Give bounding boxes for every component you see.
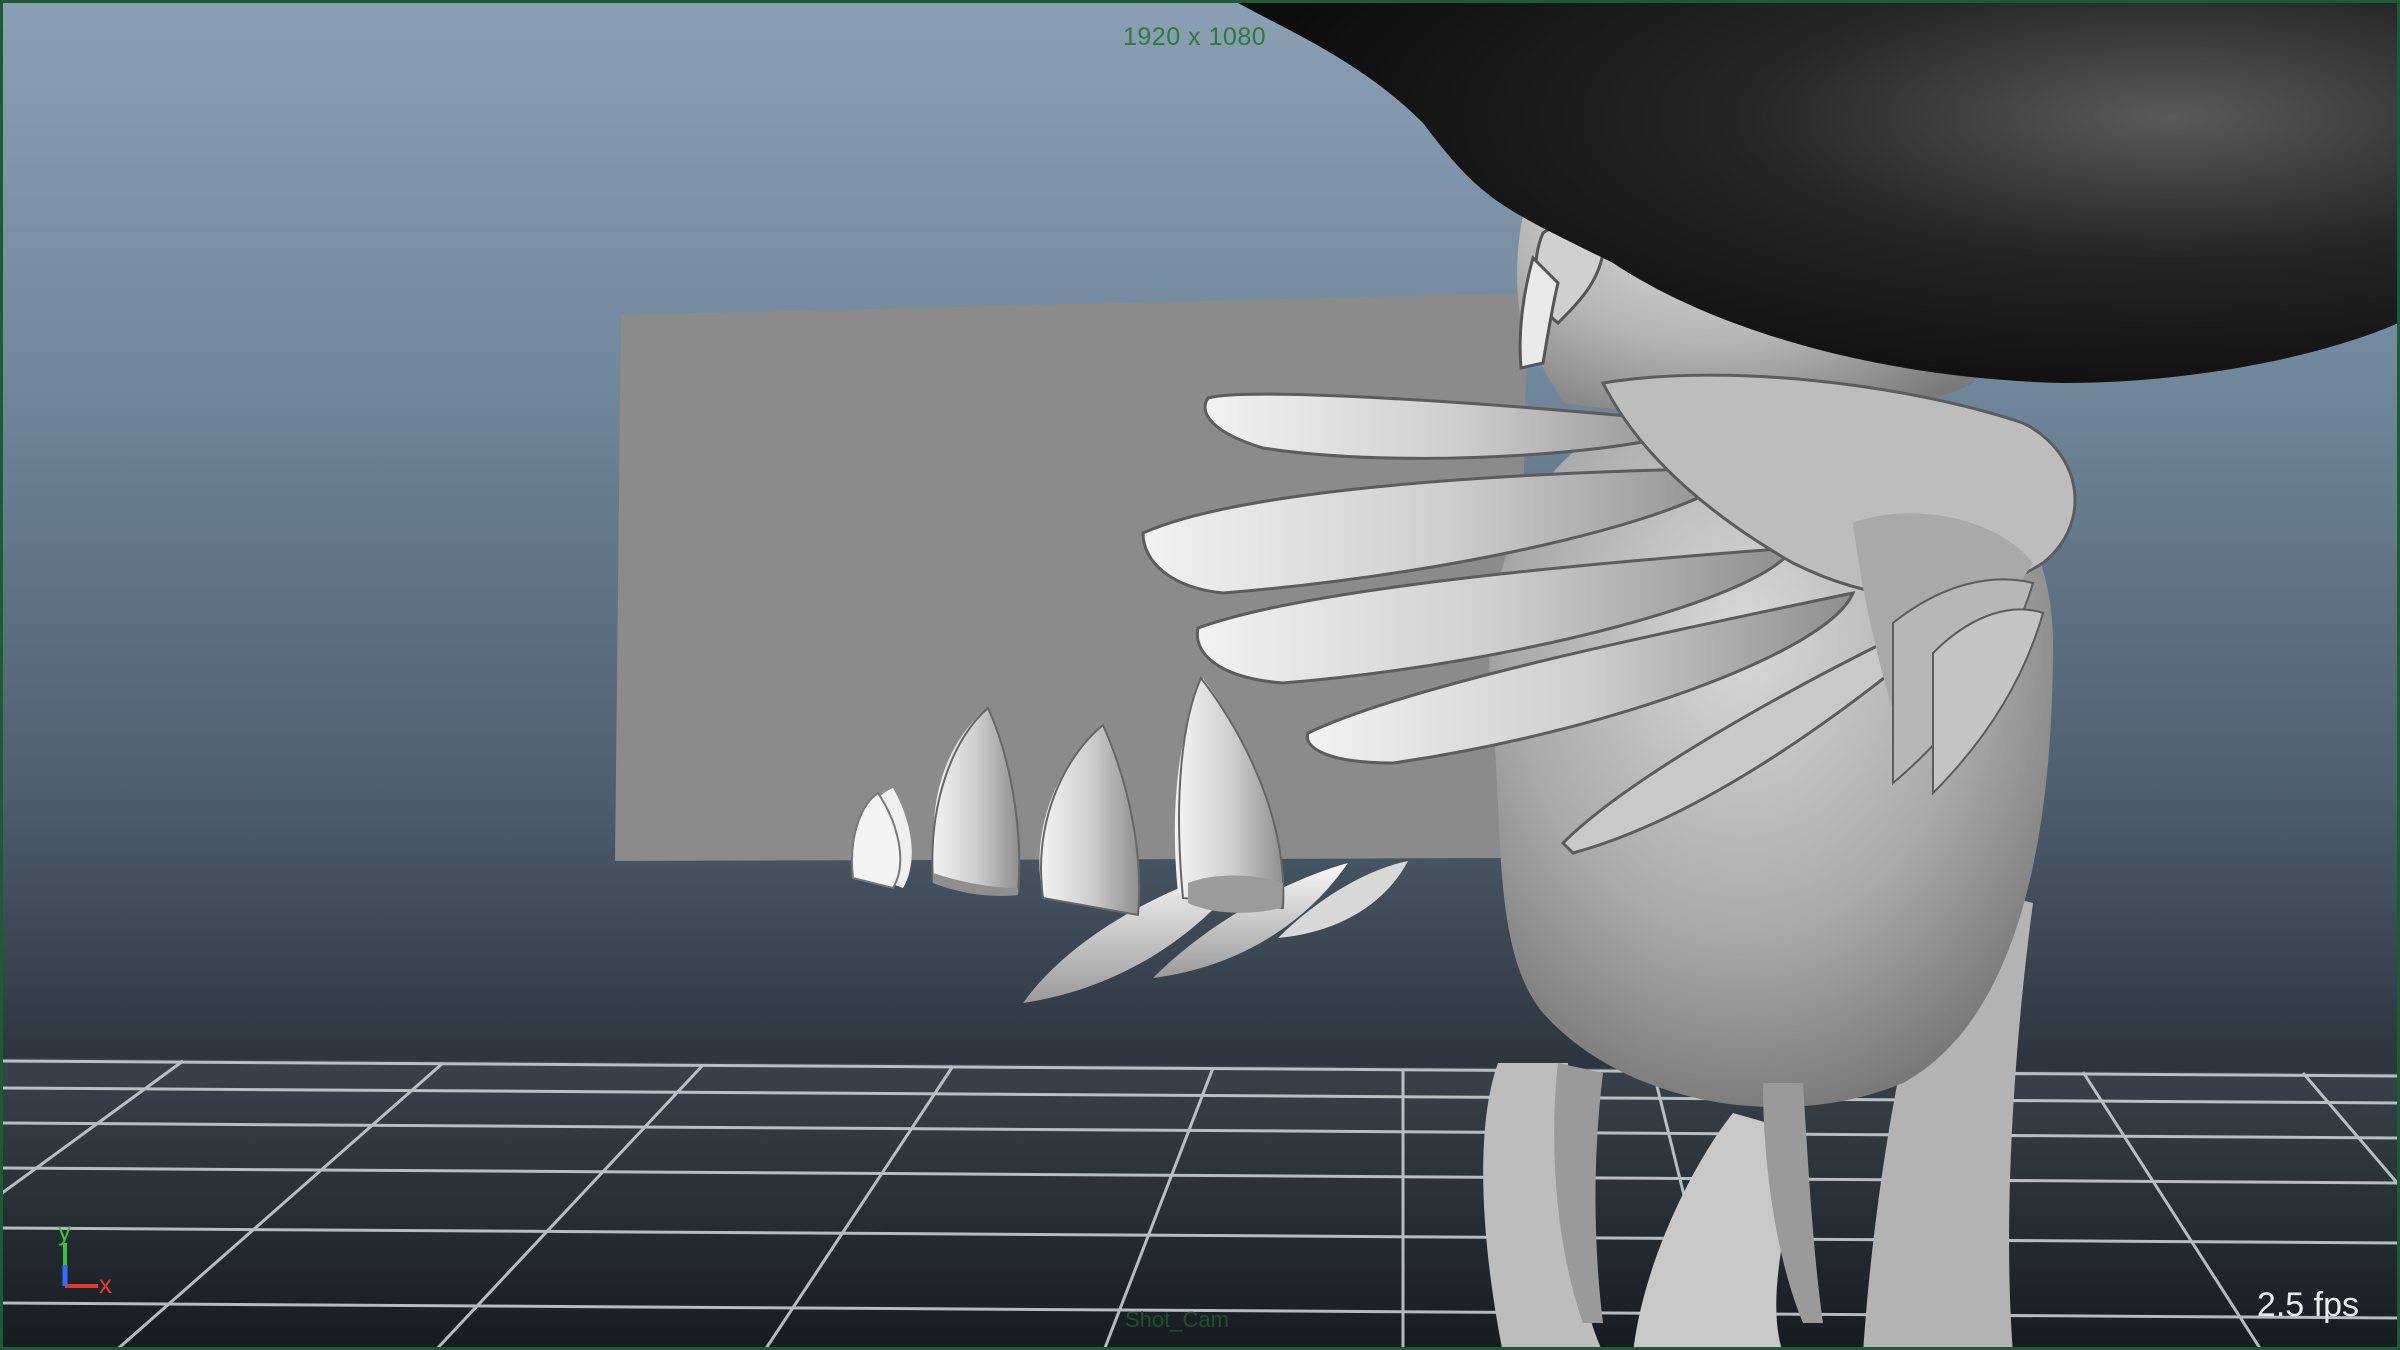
camera-name-label: Shot_Cam <box>1125 1307 1229 1332</box>
maya-viewport-panel[interactable]: y x 1920 x 1080 Shot_Cam 2.5 fps <box>0 0 2400 1350</box>
resolution-gate-label: 1920 x 1080 <box>1123 23 1267 51</box>
3d-scene[interactable]: y x <box>3 3 2400 1350</box>
axis-y-label: y <box>58 1216 71 1246</box>
axis-x-label: x <box>99 1269 112 1299</box>
fps-readout: 2.5 fps <box>2256 1286 2359 1324</box>
